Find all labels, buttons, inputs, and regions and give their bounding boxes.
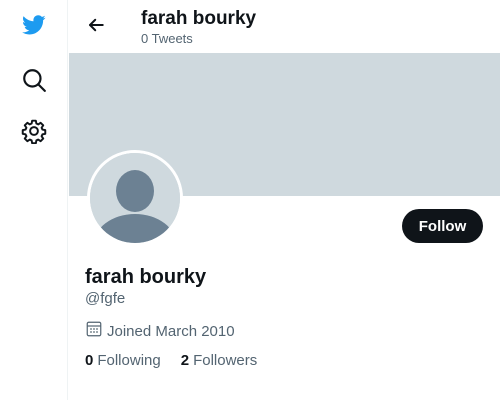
- following-link[interactable]: 0 Following: [85, 351, 161, 371]
- follow-button[interactable]: Follow: [402, 209, 483, 243]
- following-label: Following: [97, 352, 161, 369]
- calendar-icon: [85, 320, 103, 342]
- tweets-count: 0 Tweets: [141, 31, 193, 46]
- search-icon: [21, 67, 47, 98]
- arrow-left-icon: [87, 16, 105, 39]
- profile-main: farah bourky 0 Tweets Follow farah bourk…: [69, 0, 500, 400]
- user-handle: @fgfe: [85, 290, 126, 307]
- settings-button[interactable]: [12, 111, 56, 155]
- profile-stats: 0 Following 2 Followers: [85, 351, 257, 371]
- header-title: farah bourky: [141, 8, 257, 29]
- left-navigation: [0, 0, 68, 400]
- back-button[interactable]: [81, 10, 111, 44]
- explore-button[interactable]: [12, 60, 56, 104]
- profile-header: farah bourky 0 Tweets: [69, 0, 500, 53]
- following-count: 0: [85, 352, 94, 369]
- gear-icon: [21, 118, 47, 149]
- followers-label: Followers: [193, 352, 258, 369]
- display-name: farah bourky: [85, 266, 207, 288]
- twitter-logo-button[interactable]: [12, 5, 56, 49]
- twitter-bird-icon: [20, 13, 48, 42]
- join-date: Joined March 2010: [85, 320, 235, 342]
- followers-link[interactable]: 2 Followers: [181, 351, 258, 371]
- followers-count: 2: [180, 352, 190, 369]
- join-date-text: Joined March 2010: [107, 322, 235, 340]
- avatar[interactable]: [87, 150, 183, 246]
